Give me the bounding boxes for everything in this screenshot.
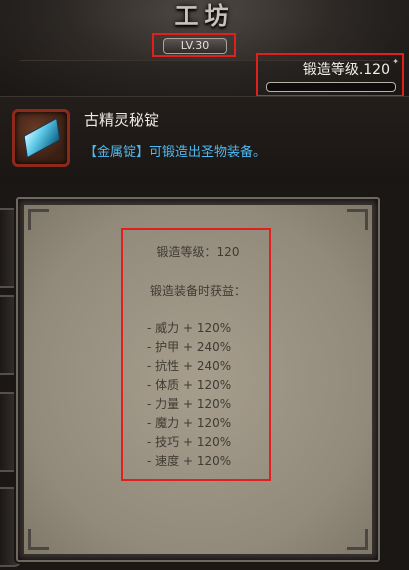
bonus-title: 锻造装备时获益：	[149, 284, 246, 298]
bonus-row-resistance: - 抗性 + 240%	[147, 359, 232, 373]
item-name: 古精灵秘锭	[84, 111, 160, 129]
item-slot[interactable]	[12, 109, 70, 167]
level-badge-highlight: LV.30	[152, 33, 236, 57]
frame-corner-top-right	[347, 209, 368, 230]
frame-corner-bottom-left	[28, 529, 49, 550]
frame-corner-top-left	[28, 209, 49, 230]
bonus-row-power: - 威力 + 120%	[147, 321, 232, 335]
bonus-row-constitution: - 体质 + 120%	[147, 378, 232, 392]
forge-progress-bar	[266, 82, 396, 92]
bonus-row-speed: - 速度 + 120%	[147, 454, 232, 468]
bonus-row-strength: - 力量 + 120%	[147, 397, 232, 411]
level-badge: LV.30	[163, 38, 227, 54]
forge-level-label: 锻造等级.120	[302, 62, 390, 78]
bonus-row-magic: - 魔力 + 120%	[147, 416, 232, 430]
forge-level-stat: 锻造等级：120	[156, 245, 240, 259]
frame-corner-bottom-right	[347, 529, 368, 550]
silver-ingot-icon	[23, 117, 61, 159]
sparkle-icon: ✦	[392, 57, 399, 66]
bonus-row-skill: - 技巧 + 120%	[147, 435, 232, 449]
item-panel	[0, 96, 409, 183]
stats-highlight: 锻造等级：120 锻造装备时获益： - 威力 + 120% - 护甲 + 240…	[121, 228, 271, 481]
page-title: 工坊	[174, 1, 235, 30]
item-description: 【金属锭】可锻造出圣物装备。	[84, 145, 267, 160]
bonus-row-armor: - 护甲 + 240%	[147, 340, 232, 354]
forge-level-highlight: 锻造等级.120 ✦	[256, 53, 404, 97]
